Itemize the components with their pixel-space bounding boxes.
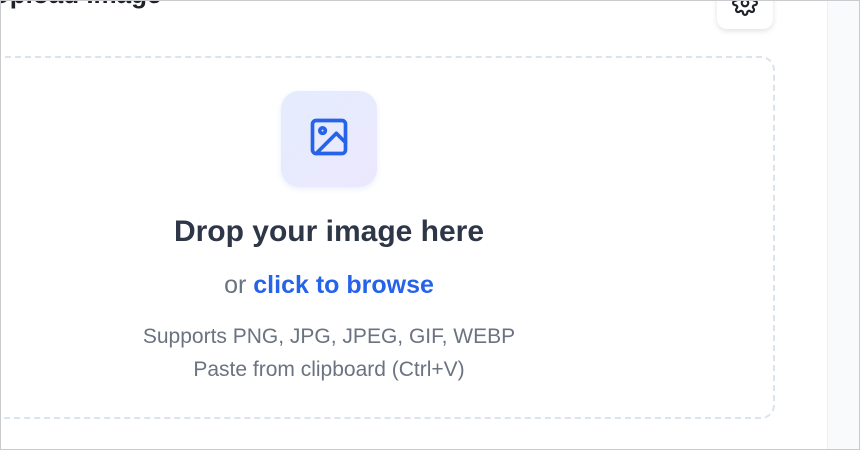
browse-or-text: or — [224, 271, 254, 299]
settings-button[interactable] — [717, 1, 773, 29]
browse-line: or click to browse — [1, 271, 657, 300]
page-title: Upload Image — [1, 1, 161, 10]
browse-link[interactable]: click to browse — [253, 271, 434, 299]
supported-formats-text: Supports PNG, JPG, JPEG, GIF, WEBP — [142, 325, 516, 348]
upload-panel: Upload Image Drop your image here or cli… — [0, 0, 860, 450]
dropzone-title: Drop your image here — [173, 215, 485, 248]
paste-hint-text: Paste from clipboard (Ctrl+V) — [193, 358, 465, 381]
gear-icon — [732, 1, 758, 21]
image-icon — [307, 115, 351, 164]
side-panel-edge — [827, 1, 859, 449]
upload-icon-tile — [281, 91, 377, 187]
